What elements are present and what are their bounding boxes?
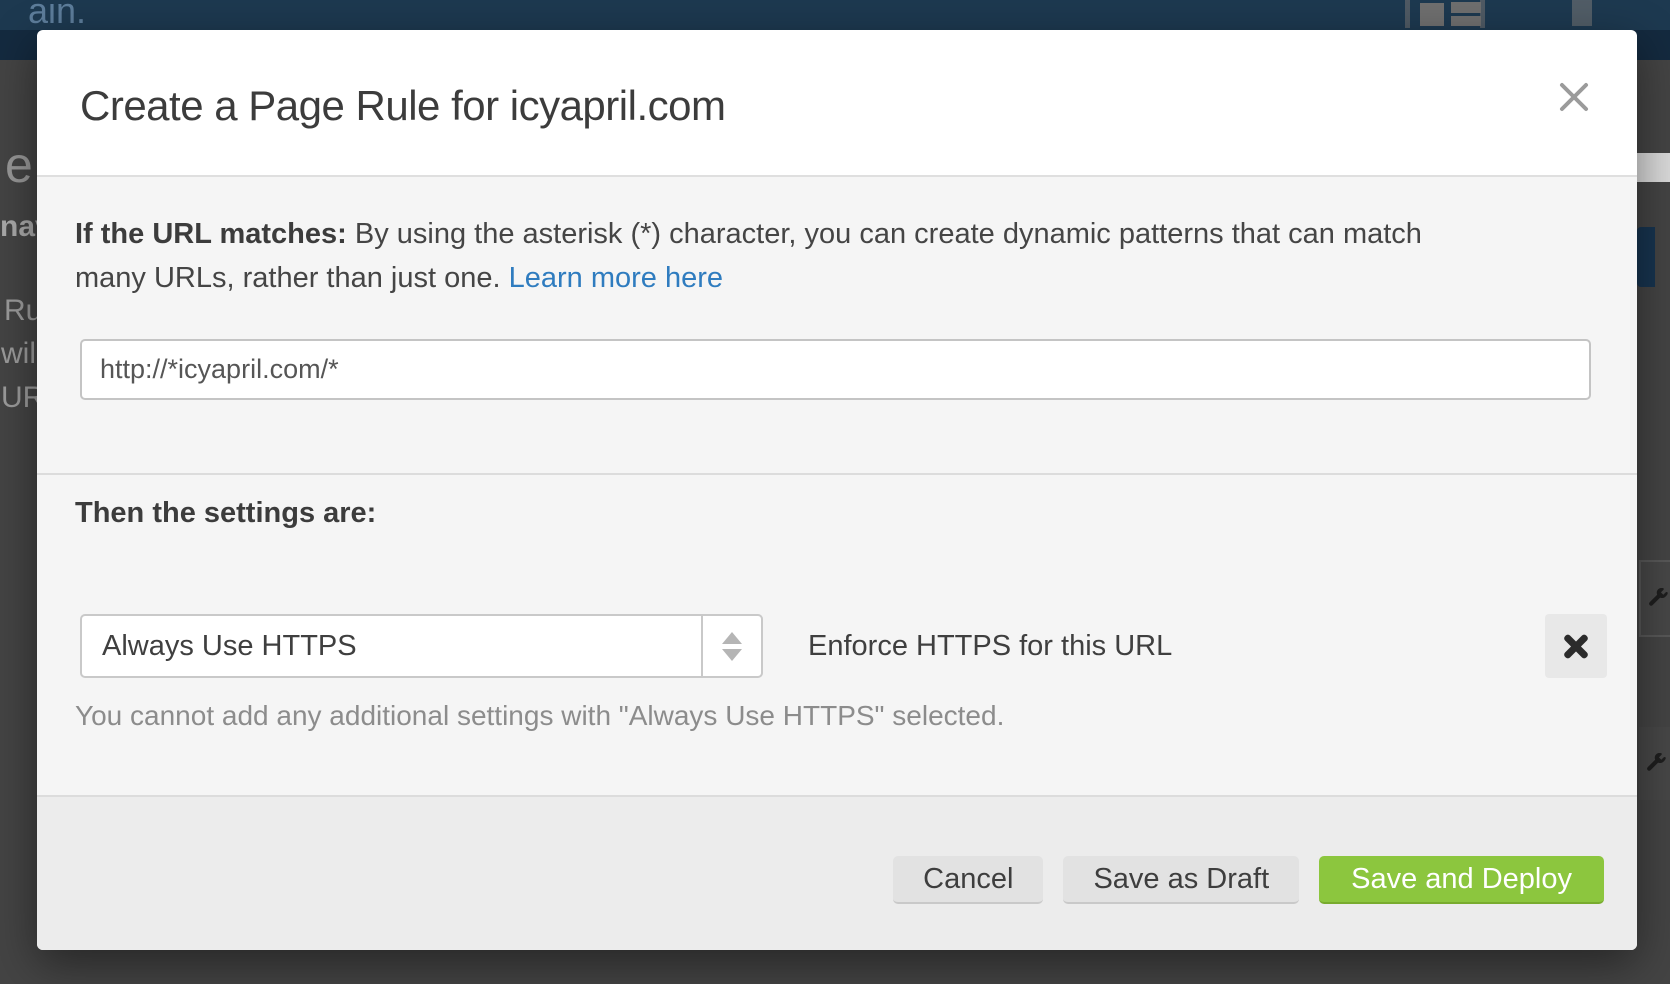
bg-text-fragment: e bbox=[5, 136, 33, 194]
wrench-icon bbox=[1639, 727, 1670, 800]
setting-note: You cannot add any additional settings w… bbox=[75, 700, 1004, 732]
setting-select-value: Always Use HTTPS bbox=[82, 630, 357, 663]
url-pattern-input[interactable] bbox=[80, 339, 1591, 400]
background-left-strip: e nav Ru will UR bbox=[0, 60, 37, 984]
background-blue-button-edge bbox=[1637, 227, 1655, 287]
save-and-deploy-button[interactable]: Save and Deploy bbox=[1319, 856, 1604, 904]
cancel-button[interactable]: Cancel bbox=[893, 856, 1043, 904]
background-right-band bbox=[1637, 153, 1670, 182]
setting-select[interactable]: Always Use HTTPS bbox=[80, 614, 763, 678]
modal-body: If the URL matches: By using the asteris… bbox=[37, 175, 1637, 795]
wrench-icon bbox=[1639, 560, 1670, 637]
header-icon bbox=[1572, 0, 1592, 26]
url-match-desc-line1: By using the asterisk (*) character, you… bbox=[347, 218, 1422, 250]
url-match-description: If the URL matches: By using the asteris… bbox=[75, 212, 1422, 300]
settings-label: Then the settings are: bbox=[75, 497, 376, 530]
bg-text-fragment: nav bbox=[0, 210, 37, 244]
setting-row: Always Use HTTPS Enforce HTTPS for this … bbox=[37, 614, 1637, 678]
bg-text-fragment: UR bbox=[1, 381, 37, 415]
header-text-fragment: ain. bbox=[28, 0, 86, 32]
create-page-rule-modal: Create a Page Rule for icyapril.com If t… bbox=[37, 30, 1637, 950]
modal-footer: Cancel Save as Draft Save and Deploy bbox=[37, 795, 1637, 950]
setting-description: Enforce HTTPS for this URL bbox=[808, 614, 1172, 678]
section-divider bbox=[37, 473, 1637, 475]
url-match-label: If the URL matches: bbox=[75, 218, 347, 250]
close-icon[interactable] bbox=[1549, 72, 1599, 122]
remove-setting-button[interactable] bbox=[1545, 614, 1607, 678]
layout-grid-icon bbox=[1405, 0, 1485, 28]
site-header-bar: ain. bbox=[0, 0, 1670, 30]
bg-text-fragment: will bbox=[1, 337, 37, 371]
bg-text-fragment: Ru bbox=[4, 294, 37, 328]
save-as-draft-button[interactable]: Save as Draft bbox=[1063, 856, 1299, 904]
select-spinner-icon[interactable] bbox=[701, 616, 761, 676]
url-match-desc-line2: many URLs, rather than just one. bbox=[75, 262, 509, 294]
modal-title: Create a Page Rule for icyapril.com bbox=[80, 82, 725, 130]
learn-more-link[interactable]: Learn more here bbox=[509, 262, 723, 294]
